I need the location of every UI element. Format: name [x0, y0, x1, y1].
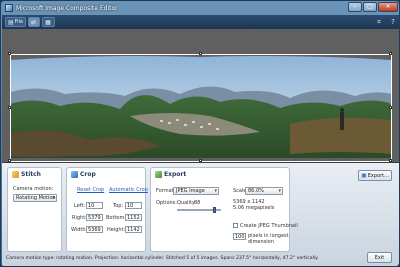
stitch-icon [12, 171, 19, 178]
crop-frame[interactable] [10, 54, 392, 162]
exit-button[interactable]: Exit [367, 252, 392, 263]
file-menu-button[interactable]: ▤ File [5, 17, 27, 27]
crop-tool-icon[interactable]: ⌗ [374, 17, 384, 27]
crop-handle-top-right[interactable] [389, 52, 392, 55]
image-icon: ▦ [45, 18, 51, 26]
close-button[interactable]: ✕ [378, 2, 398, 12]
bottom-field[interactable]: 1152 [125, 214, 142, 221]
camera-motion-label: Camera motion: [13, 186, 54, 192]
format-select[interactable]: JPEG Image ▾ [173, 187, 219, 195]
top-field[interactable]: 10 [125, 202, 142, 209]
chevron-down-icon: ▾ [278, 188, 281, 194]
settings-area: Stitch Camera motion: Rotating Motion ▾ … [2, 163, 399, 266]
crop-handle-bottom-right[interactable] [389, 159, 392, 162]
minimize-button[interactable]: – [348, 2, 362, 12]
chevron-down-icon: ▾ [52, 195, 55, 201]
panorama-icon: ⇄ [31, 18, 37, 26]
crop-handle-bottom[interactable] [199, 159, 202, 162]
top-label: Top: [113, 203, 124, 209]
crop-handle-top[interactable] [199, 52, 202, 55]
export-button-label: Export... [367, 172, 389, 179]
create-thumbnail-label: Create JPEG Thumbnail [240, 223, 298, 229]
window-controls: – □ ✕ [348, 2, 398, 12]
bottom-label: Bottom: [106, 215, 127, 221]
crop-panel: Crop Reset Crop Automatic Crop Left: 10 … [66, 167, 148, 252]
window-title: Microsoft Image Composite Editor [16, 4, 118, 12]
quality-value: 88 [194, 200, 201, 206]
options-label: Options: [156, 200, 177, 206]
crop-handle-bottom-left[interactable] [8, 159, 11, 162]
stitch-view-button[interactable]: ⇄ [28, 17, 41, 27]
crop-icon [71, 171, 78, 178]
thumbnail-size-field[interactable]: 100 [233, 233, 246, 240]
width-label: Width: [71, 227, 88, 233]
export-button[interactable]: ▣ Export... [358, 170, 392, 181]
export-icon [155, 171, 162, 178]
quality-slider-thumb[interactable] [213, 207, 217, 213]
app-window: Microsoft Image Composite Editor – □ ✕ ▤… [0, 0, 400, 267]
scale-value: 86.0% [248, 188, 264, 194]
export-panel: Export Format: JPEG Image ▾ Options: Qua… [150, 167, 298, 252]
export-title: Export [164, 171, 187, 178]
scale-select[interactable]: 86.0% ▾ [245, 187, 283, 195]
stitch-panel: Stitch Camera motion: Rotating Motion ▾ [7, 167, 62, 252]
preview-canvas[interactable] [2, 29, 399, 163]
save-icon: ▣ [361, 172, 367, 179]
reset-crop-link[interactable]: Reset Crop [77, 187, 104, 193]
output-megapixels: 5.06 megapixels [233, 205, 275, 211]
height-field[interactable]: 1142 [125, 226, 142, 233]
camera-motion-select[interactable]: Rotating Motion ▾ [13, 194, 57, 202]
automatic-crop-link[interactable]: Automatic Crop [109, 187, 148, 193]
format-value: JPEG Image [176, 188, 205, 194]
app-icon [5, 4, 13, 12]
right-field[interactable]: 5379 [86, 214, 103, 221]
left-field[interactable]: 10 [86, 202, 103, 209]
create-thumbnail-checkbox[interactable] [233, 223, 238, 228]
file-menu-label: File [14, 19, 24, 25]
crop-handle-left[interactable] [8, 106, 11, 109]
maximize-button[interactable]: □ [363, 2, 377, 12]
image-view-button[interactable]: ▦ [42, 17, 55, 27]
height-label: Height: [107, 227, 126, 233]
stitch-title: Stitch [21, 171, 41, 178]
crop-title: Crop [80, 171, 96, 178]
width-field[interactable]: 5369 [86, 226, 103, 233]
status-bar: Camera motion type: rotating motion. Pro… [6, 256, 319, 261]
chevron-down-icon: ▾ [214, 188, 217, 194]
crop-handle-top-left[interactable] [8, 52, 11, 55]
title-bar: Microsoft Image Composite Editor – □ ✕ [1, 1, 399, 15]
right-label: Right: [72, 215, 87, 221]
file-icon: ▤ [8, 18, 14, 26]
left-label: Left: [74, 203, 86, 209]
thumbnail-note-line2: dimension [248, 239, 274, 245]
toolbar: ▤ File ⇄ ▦ ⌗ ? [2, 15, 399, 29]
camera-motion-value: Rotating Motion [16, 195, 56, 201]
crop-handle-right[interactable] [389, 106, 392, 109]
help-icon[interactable]: ? [388, 17, 398, 27]
